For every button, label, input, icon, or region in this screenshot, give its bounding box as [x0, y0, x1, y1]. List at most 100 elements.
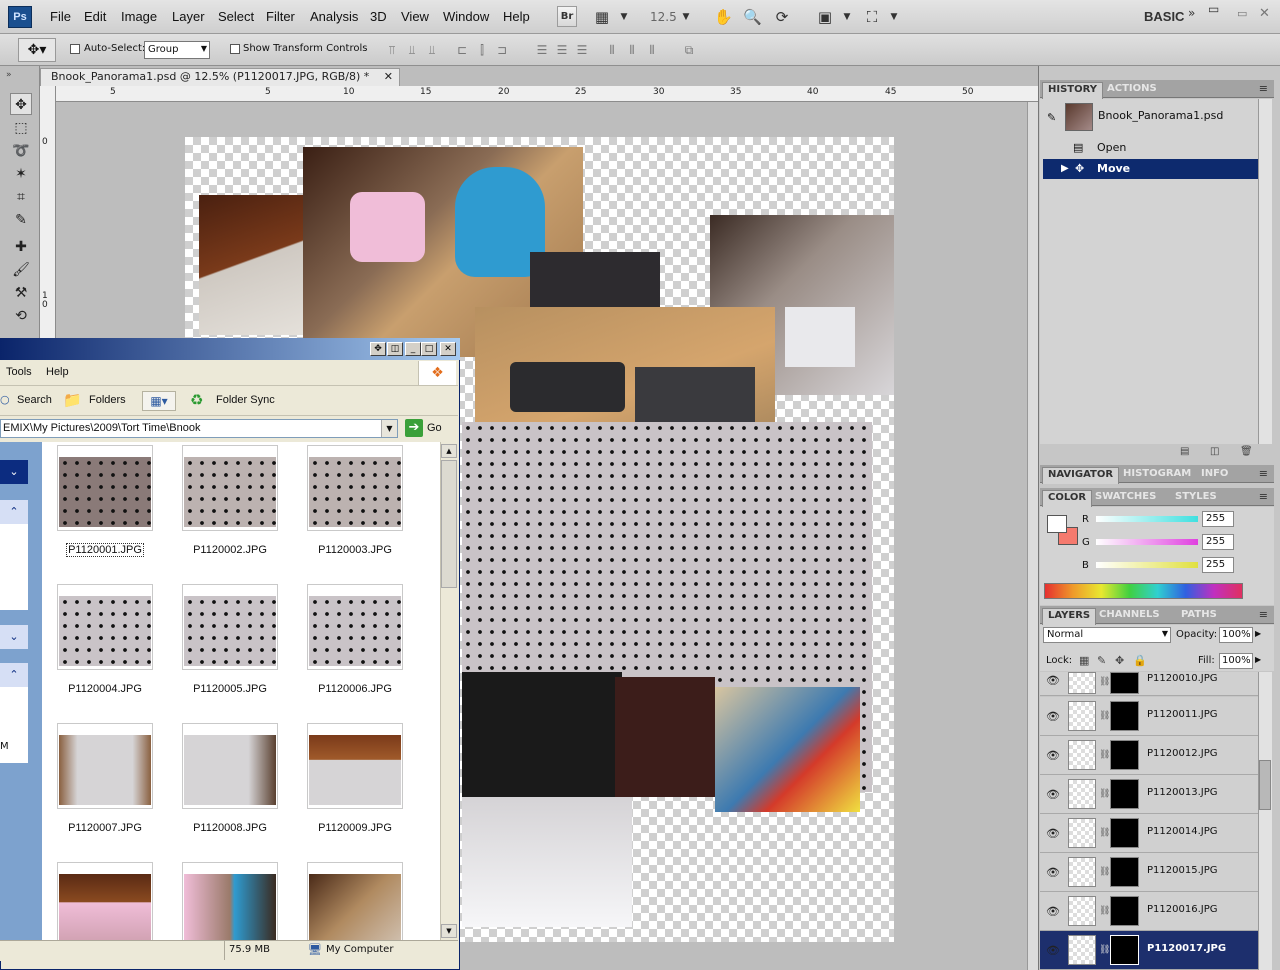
zoom-level[interactable]: 12.5 — [650, 10, 677, 24]
channel-r-value[interactable]: 255 — [1202, 511, 1234, 527]
thumbnail[interactable] — [57, 723, 153, 809]
move-tool-icon[interactable]: ✥ — [10, 93, 32, 115]
visibility-eye-icon[interactable]: 👁 — [1046, 827, 1060, 840]
fill-input[interactable]: 100% — [1219, 653, 1253, 669]
panel-menu-icon[interactable]: ≡ — [1259, 467, 1268, 480]
arrange-dropdown-icon[interactable]: ▼ — [838, 8, 856, 26]
layer-row[interactable]: 👁 ⛓ P1120012.JPG — [1040, 736, 1258, 775]
layer-link-icon[interactable]: ⛓ — [1099, 828, 1110, 838]
menu-layer[interactable]: Layer — [172, 9, 205, 24]
close-icon[interactable]: ✕ — [440, 342, 456, 356]
layer-row[interactable]: 👁 ⛓ P1120015.JPG — [1040, 853, 1258, 892]
workspace-menu-icon[interactable]: » — [1188, 6, 1195, 20]
thumbnail[interactable] — [57, 862, 153, 940]
screen-mode-dropdown-icon[interactable]: ▼ — [885, 8, 903, 26]
scroll-up-icon[interactable]: ▲ — [441, 444, 457, 458]
auto-select-checkbox[interactable] — [70, 44, 80, 54]
layer-row[interactable]: 👁 ⛓ P1120016.JPG — [1040, 892, 1258, 931]
tab-swatches[interactable]: SWATCHES — [1090, 490, 1161, 503]
menu-image[interactable]: Image — [121, 9, 157, 24]
scrollbar-thumb[interactable] — [441, 460, 457, 588]
distribute-top-icon[interactable]: ☰ — [535, 43, 549, 57]
thumbnail[interactable] — [307, 584, 403, 670]
layers-scrollbar-thumb[interactable] — [1259, 760, 1271, 810]
panel-menu-icon[interactable]: ≡ — [1259, 608, 1268, 621]
menu-help[interactable]: Help — [46, 366, 69, 378]
auto-select-dropdown[interactable]: Group ▼ — [144, 41, 210, 59]
delete-state-icon[interactable]: 🗑 — [1240, 446, 1253, 457]
visibility-eye-icon[interactable]: 👁 — [1046, 788, 1060, 801]
scroll-down-icon[interactable]: ▼ — [441, 924, 457, 938]
new-snapshot-icon[interactable]: ◫ — [1210, 446, 1219, 457]
lasso-tool-icon[interactable]: ➰ — [10, 140, 32, 162]
layer-row[interactable]: 👁 ⛓ P1120013.JPG — [1040, 775, 1258, 814]
search-button[interactable]: Search — [17, 394, 52, 406]
tab-layers[interactable]: LAYERS — [1042, 608, 1097, 625]
bridge-button[interactable]: Br — [557, 6, 577, 27]
zoom-tool-icon[interactable]: 🔍 — [743, 8, 762, 26]
minimize-icon[interactable]: ▭ — [1237, 7, 1247, 20]
history-item-move[interactable]: ▶ ✥ Move — [1043, 159, 1259, 179]
align-hcenter-icon[interactable]: ⫿ — [475, 43, 489, 57]
show-transform-checkbox[interactable] — [230, 44, 240, 54]
menu-analysis[interactable]: Analysis — [310, 9, 358, 24]
thumbnail[interactable] — [182, 584, 278, 670]
view-extras-icon[interactable]: ▦ — [593, 8, 611, 26]
tab-info[interactable]: INFO — [1196, 467, 1233, 480]
sync-icon[interactable]: ✥ — [370, 342, 386, 356]
layer-row[interactable]: 👁 ⛓ P1120011.JPG — [1040, 697, 1258, 736]
layer-row[interactable]: 👁 ⛓ P1120014.JPG — [1040, 814, 1258, 853]
expand-section-icon[interactable]: ⌄ — [0, 460, 28, 484]
collapse-tools-icon[interactable]: » — [6, 70, 12, 80]
thumbnail[interactable] — [182, 445, 278, 531]
close-icon[interactable]: ✕ — [1259, 6, 1270, 21]
workspace-switcher[interactable]: BASIC — [1144, 9, 1184, 24]
history-snapshot[interactable]: ✎ Bnook_Panorama1.psd — [1043, 102, 1259, 132]
visibility-eye-icon[interactable]: 👁 — [1046, 905, 1060, 918]
channel-g-value[interactable]: 255 — [1202, 534, 1234, 550]
layer-link-icon[interactable]: ⛓ — [1099, 945, 1110, 955]
channel-g-slider[interactable] — [1096, 539, 1198, 545]
foreground-color-swatch[interactable] — [1047, 515, 1067, 533]
maximize-icon[interactable]: □ — [421, 342, 437, 356]
menu-3d[interactable]: 3D — [370, 9, 387, 24]
address-input[interactable]: EMIX\My Pictures\2009\Tort Time\Bnook — [0, 419, 398, 438]
file-label[interactable]: P1120006.JPG — [290, 683, 420, 695]
auto-align-icon[interactable]: ⧉ — [682, 43, 696, 57]
distribute-hcenter-icon[interactable]: ⦀ — [625, 43, 639, 57]
visibility-eye-icon[interactable]: 👁 — [1046, 749, 1060, 762]
close-document-icon[interactable]: ✕ — [384, 69, 393, 85]
distribute-vcenter-icon[interactable]: ☰ — [555, 43, 569, 57]
align-bottom-icon[interactable]: ⫫ — [425, 43, 439, 57]
tab-color[interactable]: COLOR — [1042, 490, 1093, 507]
folder-sync-button[interactable]: Folder Sync — [216, 394, 275, 406]
visibility-eye-icon[interactable]: 👁 — [1046, 866, 1060, 879]
tab-paths[interactable]: PATHS — [1176, 608, 1222, 621]
layers-scrollbar[interactable] — [1258, 672, 1272, 970]
lock-all-icon[interactable]: 🔒 — [1133, 654, 1147, 667]
opacity-input[interactable]: 100% — [1219, 627, 1253, 643]
thumbnail[interactable] — [307, 445, 403, 531]
channel-r-slider[interactable] — [1096, 516, 1198, 522]
history-brush-tool-icon[interactable]: ⟲ — [10, 305, 32, 327]
panel-menu-icon[interactable]: ≡ — [1259, 82, 1268, 95]
layer-link-icon[interactable]: ⛓ — [1099, 677, 1110, 687]
lock-image-icon[interactable]: ✎ — [1097, 654, 1106, 667]
thumbnail[interactable] — [307, 723, 403, 809]
tab-channels[interactable]: CHANNELS — [1094, 608, 1165, 621]
tab-history[interactable]: HISTORY — [1042, 82, 1104, 99]
minimize-icon[interactable]: _ — [405, 342, 421, 356]
distribute-left-icon[interactable]: ⦀ — [605, 43, 619, 57]
file-label[interactable]: P1120007.JPG — [42, 822, 170, 834]
layer-link-icon[interactable]: ⛓ — [1099, 711, 1110, 721]
fill-slider-icon[interactable]: ▶ — [1255, 655, 1261, 664]
menu-window[interactable]: Window — [443, 9, 489, 24]
pin-icon[interactable]: ◫ — [387, 342, 403, 356]
menu-tools[interactable]: Tools — [6, 366, 32, 378]
thumbnail[interactable] — [182, 862, 278, 940]
file-label[interactable]: P1120008.JPG — [165, 822, 295, 834]
channel-b-slider[interactable] — [1096, 562, 1198, 568]
align-top-icon[interactable]: ⫪ — [385, 43, 399, 57]
move-tool-preset-icon[interactable]: ✥▾ — [18, 38, 56, 62]
document-tab[interactable]: Bnook_Panorama1.psd @ 12.5% (P1120017.JP… — [40, 68, 400, 86]
